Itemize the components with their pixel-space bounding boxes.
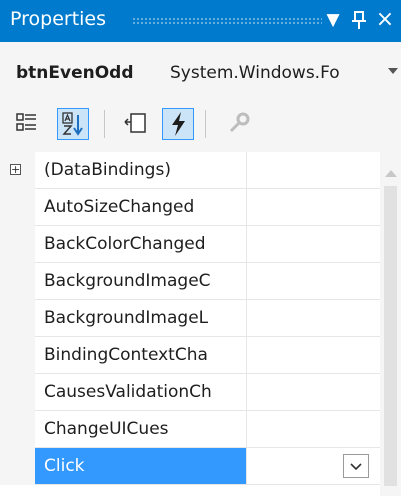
grid-row[interactable]: BackgroundImageL: [0, 300, 380, 337]
property-name[interactable]: (DataBindings): [35, 152, 247, 189]
row-gutter: [0, 448, 35, 485]
property-name[interactable]: ChangeUICues: [35, 411, 247, 448]
object-type: System.Windows.Fo: [170, 63, 340, 83]
grid-row[interactable]: AutoSizeChanged: [0, 189, 380, 226]
property-pages-icon[interactable]: [223, 108, 255, 140]
property-name[interactable]: Click: [35, 448, 247, 485]
categorized-icon[interactable]: [12, 108, 44, 140]
property-value[interactable]: [247, 189, 380, 226]
property-value[interactable]: [247, 152, 380, 189]
chevron-down-icon[interactable]: [388, 68, 398, 74]
row-gutter: [0, 300, 35, 337]
grid-row-databindings[interactable]: + (DataBindings): [0, 152, 380, 189]
value-dropdown-button[interactable]: [343, 454, 369, 478]
grid-row[interactable]: BackColorChanged: [0, 226, 380, 263]
grid-row[interactable]: CausesValidationCh: [0, 374, 380, 411]
property-value[interactable]: [247, 374, 380, 411]
row-gutter: +: [0, 152, 35, 189]
pin-icon[interactable]: [347, 5, 371, 35]
row-gutter: [0, 337, 35, 374]
toolbar-separator: [104, 110, 105, 138]
row-gutter: [0, 263, 35, 300]
row-gutter: [0, 411, 35, 448]
toolbar-separator: [205, 110, 206, 138]
window-title: Properties: [10, 8, 107, 30]
grid-row[interactable]: BackgroundImageC: [0, 263, 380, 300]
title-bar: Properties ▼ ×: [0, 0, 401, 42]
object-selector[interactable]: btnEvenOdd System.Windows.Fo: [0, 42, 401, 86]
close-icon[interactable]: ×: [373, 5, 397, 35]
property-name[interactable]: BackColorChanged: [35, 226, 247, 263]
property-value[interactable]: [247, 411, 380, 448]
grid-row[interactable]: BindingContextCha: [0, 337, 380, 374]
grid-row[interactable]: ChangeUICues: [0, 411, 380, 448]
property-name[interactable]: AutoSizeChanged: [35, 189, 247, 226]
property-name[interactable]: BackgroundImageL: [35, 300, 247, 337]
property-name[interactable]: BindingContextCha: [35, 337, 247, 374]
row-gutter: [0, 189, 35, 226]
row-gutter: [0, 374, 35, 411]
vertical-scrollbar[interactable]: [380, 152, 401, 496]
property-grid: + (DataBindings) AutoSizeChanged BackCol…: [0, 152, 401, 496]
events-icon[interactable]: [162, 108, 194, 140]
property-name[interactable]: CausesValidationCh: [35, 374, 247, 411]
object-name: btnEvenOdd: [16, 63, 134, 83]
row-gutter: [0, 226, 35, 263]
property-value[interactable]: [247, 226, 380, 263]
property-value[interactable]: [247, 337, 380, 374]
expand-plus-icon[interactable]: +: [10, 164, 21, 175]
scroll-up-icon[interactable]: [385, 170, 397, 177]
window-menu-icon[interactable]: ▼: [321, 5, 345, 35]
property-value[interactable]: [247, 300, 380, 337]
property-value[interactable]: [247, 263, 380, 300]
property-name[interactable]: BackgroundImageC: [35, 263, 247, 300]
alphabetical-icon[interactable]: [57, 108, 89, 140]
grid-row-selected[interactable]: Click: [0, 448, 380, 485]
property-value[interactable]: [247, 448, 380, 485]
scroll-thumb[interactable]: [384, 186, 397, 486]
properties-toolbar: [0, 100, 401, 152]
drag-grip[interactable]: [132, 17, 322, 25]
properties-icon[interactable]: [121, 108, 153, 140]
